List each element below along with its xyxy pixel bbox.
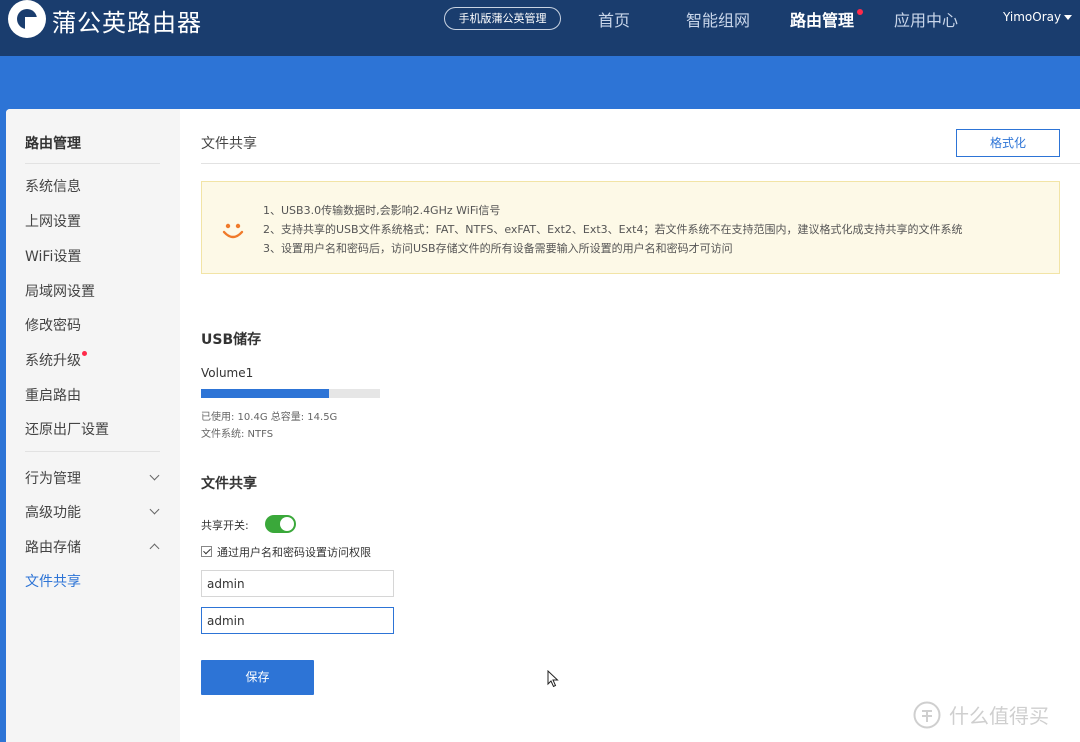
caret-down-icon bbox=[1064, 15, 1073, 20]
share-switch-label: 共享开关: bbox=[201, 519, 249, 532]
sidebar-item-upgrade[interactable]: 系统升级 bbox=[25, 350, 160, 370]
notice-line: 2、支持共享的USB文件系统格式：FAT、NTFS、exFAT、Ext2、Ext… bbox=[263, 223, 963, 236]
sidebar-item-label: 系统升级 bbox=[25, 353, 81, 369]
mobile-manage-button[interactable]: 手机版蒲公英管理 bbox=[444, 7, 561, 30]
nav-smart-network[interactable]: 智能组网 bbox=[686, 7, 750, 31]
chevron-down-icon bbox=[149, 504, 160, 515]
save-button[interactable]: 保存 bbox=[201, 660, 314, 695]
watermark: 什么值得买 bbox=[913, 700, 1049, 729]
page-title: 文件共享 bbox=[201, 136, 257, 152]
brand-title: 蒲公英路由器 bbox=[52, 9, 202, 37]
password-input[interactable] bbox=[201, 607, 394, 634]
usage-bar bbox=[201, 389, 380, 398]
sidebar-group-label: 行为管理 bbox=[25, 471, 81, 487]
sidebar-item-wifi[interactable]: WiFi设置 bbox=[25, 246, 160, 266]
watermark-logo-icon bbox=[913, 701, 941, 728]
sidebar-item-system-info[interactable]: 系统信息 bbox=[25, 176, 160, 196]
sidebar-group-advanced[interactable]: 高级功能 bbox=[25, 502, 160, 522]
sidebar-group-label: 路由存储 bbox=[25, 540, 81, 556]
auth-checkbox-label: 通过用户名和密码设置访问权限 bbox=[217, 546, 371, 559]
sidebar-item-reboot[interactable]: 重启路由 bbox=[25, 385, 160, 405]
sidebar-item-lan[interactable]: 局域网设置 bbox=[25, 281, 160, 301]
mouse-cursor-icon bbox=[547, 670, 559, 688]
usb-storage-title: USB储存 bbox=[201, 332, 262, 348]
username-input[interactable] bbox=[201, 570, 394, 597]
sidebar-item-file-share[interactable]: 文件共享 bbox=[25, 571, 160, 591]
user-menu[interactable]: YimoOray bbox=[1003, 10, 1073, 24]
auth-checkbox[interactable] bbox=[201, 546, 212, 557]
sidebar-title: 路由管理 bbox=[25, 136, 81, 152]
nav-home[interactable]: 首页 bbox=[598, 7, 630, 31]
sidebar-item-internet[interactable]: 上网设置 bbox=[25, 211, 160, 231]
filesystem-text: 文件系统: NTFS bbox=[201, 429, 274, 440]
smile-icon bbox=[222, 223, 244, 239]
chevron-down-icon bbox=[149, 470, 160, 481]
sidebar-group-storage[interactable]: 路由存储 bbox=[25, 537, 160, 557]
nav-router-manage[interactable]: 路由管理 bbox=[790, 7, 854, 31]
logo-icon bbox=[8, 0, 46, 38]
toggle-knob bbox=[280, 517, 294, 531]
format-button[interactable]: 格式化 bbox=[956, 129, 1060, 157]
sidebar-divider bbox=[25, 451, 160, 452]
volume-name: Volume1 bbox=[201, 366, 254, 380]
main-card: 路由管理 系统信息 上网设置 WiFi设置 局域网设置 修改密码 系统升级 重启… bbox=[6, 109, 1080, 742]
file-share-title: 文件共享 bbox=[201, 476, 257, 492]
title-divider bbox=[201, 163, 1080, 164]
top-header: 蒲公英路由器 手机版蒲公英管理 首页 智能组网 路由管理 应用中心 YimoOr… bbox=[0, 0, 1080, 56]
share-toggle[interactable] bbox=[265, 515, 296, 533]
notice-box: 1、USB3.0传输数据时,会影响2.4GHz WiFi信号 2、支持共享的US… bbox=[201, 181, 1060, 274]
chevron-up-icon bbox=[149, 543, 160, 554]
nav-alert-dot bbox=[857, 9, 863, 15]
user-name: YimoOray bbox=[1003, 10, 1062, 24]
sidebar-divider bbox=[25, 163, 160, 164]
usage-text: 已使用: 10.4G 总容量: 14.5G bbox=[201, 412, 338, 423]
sidebar: 路由管理 系统信息 上网设置 WiFi设置 局域网设置 修改密码 系统升级 重启… bbox=[6, 109, 180, 742]
upgrade-alert-dot bbox=[82, 351, 87, 356]
sidebar-item-password[interactable]: 修改密码 bbox=[25, 315, 160, 335]
watermark-text: 什么值得买 bbox=[949, 704, 1049, 728]
sidebar-item-factory-reset[interactable]: 还原出厂设置 bbox=[25, 419, 160, 439]
notice-line: 3、设置用户名和密码后，访问USB存储文件的所有设备需要输入所设置的用户名和密码… bbox=[263, 242, 733, 255]
sidebar-group-behavior[interactable]: 行为管理 bbox=[25, 468, 160, 488]
notice-line: 1、USB3.0传输数据时,会影响2.4GHz WiFi信号 bbox=[263, 204, 501, 217]
nav-app-center[interactable]: 应用中心 bbox=[894, 7, 958, 31]
usage-bar-fill bbox=[201, 389, 330, 398]
sidebar-group-label: 高级功能 bbox=[25, 505, 81, 521]
